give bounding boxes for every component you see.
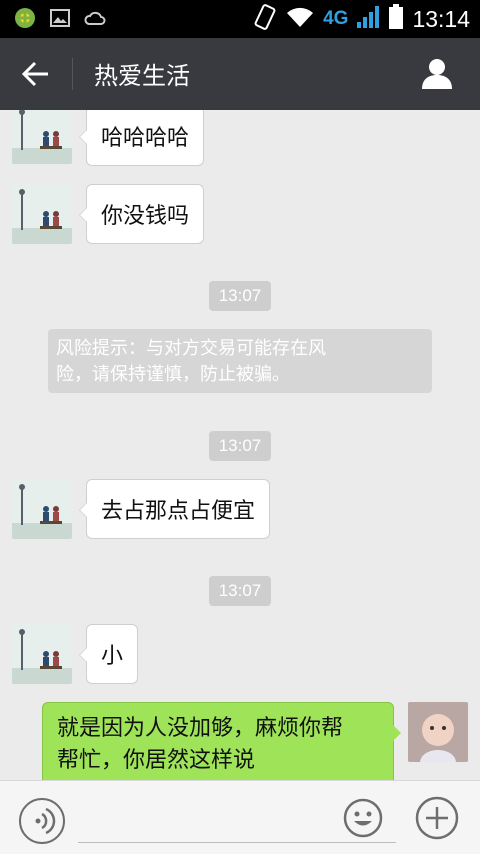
message-text-line: 就是因为人没加够，麻烦你帮 [57,716,344,741]
risk-warning-notice: 风险提示：与对方交易可能存在风 险，请保持谨慎，防止被骗。 [48,329,432,393]
message-text: 小 [101,644,124,669]
wifi-icon [285,5,315,33]
message-timestamp: 13:07 [209,576,271,606]
contact-avatar[interactable] [12,479,72,539]
voice-icon [19,798,65,844]
sent-message[interactable]: 就是因为人没加够，麻烦你帮 帮忙，你居然这样说 [42,702,401,780]
notice-line: 风险提示：与对方交易可能存在风 [56,338,326,359]
message-text: 你没钱吗 [101,204,190,229]
person-icon [422,59,452,89]
input-bar [0,780,480,854]
message-text: 哈哈哈哈 [101,126,190,151]
status-left-icons [14,7,106,33]
emoji-icon [343,798,383,838]
more-actions-button[interactable] [414,795,460,841]
message-timestamp: 13:07 [209,431,271,461]
status-bar: 4G 13:14 [0,0,480,38]
header-divider [72,58,73,90]
message-list[interactable]: 哈哈哈哈 你没钱吗 13:07 风险提示：与对方交易可能存在风 险，请保持谨慎，… [0,110,480,780]
contact-avatar[interactable] [12,184,72,244]
battery-icon [388,4,404,34]
chat-header: 热爱生活 [0,38,480,110]
back-button[interactable] [16,56,56,92]
received-message[interactable]: 小 [78,624,139,684]
received-message[interactable]: 去占那点占便宜 [78,479,271,539]
chat-info-button[interactable] [420,56,456,92]
app-notification-icon [14,7,36,33]
status-right-icons: 4G 13:14 [253,4,470,34]
voice-input-button[interactable] [18,797,66,845]
notice-line: 险，请保持谨慎，防止被骗。 [56,364,290,385]
chat-title: 热爱生活 [94,62,190,90]
emoji-button[interactable] [342,797,384,839]
contact-avatar[interactable] [12,110,72,164]
message-timestamp: 13:07 [209,281,271,311]
signal-icon [356,5,380,33]
contact-avatar[interactable] [12,624,72,684]
weather-icon [84,9,106,31]
my-avatar[interactable] [408,702,468,762]
received-message[interactable]: 哈哈哈哈 [78,110,205,166]
image-icon [50,9,70,31]
message-text-line: 帮忙，你居然这样说 [57,748,256,773]
plus-icon [415,796,459,840]
message-text: 去占那点占便宜 [101,499,256,524]
arrow-left-icon [22,61,48,87]
network-type-label: 4G [323,8,349,29]
clock: 13:14 [412,5,470,32]
received-message[interactable]: 你没钱吗 [78,184,205,244]
vibrate-icon [253,4,277,34]
